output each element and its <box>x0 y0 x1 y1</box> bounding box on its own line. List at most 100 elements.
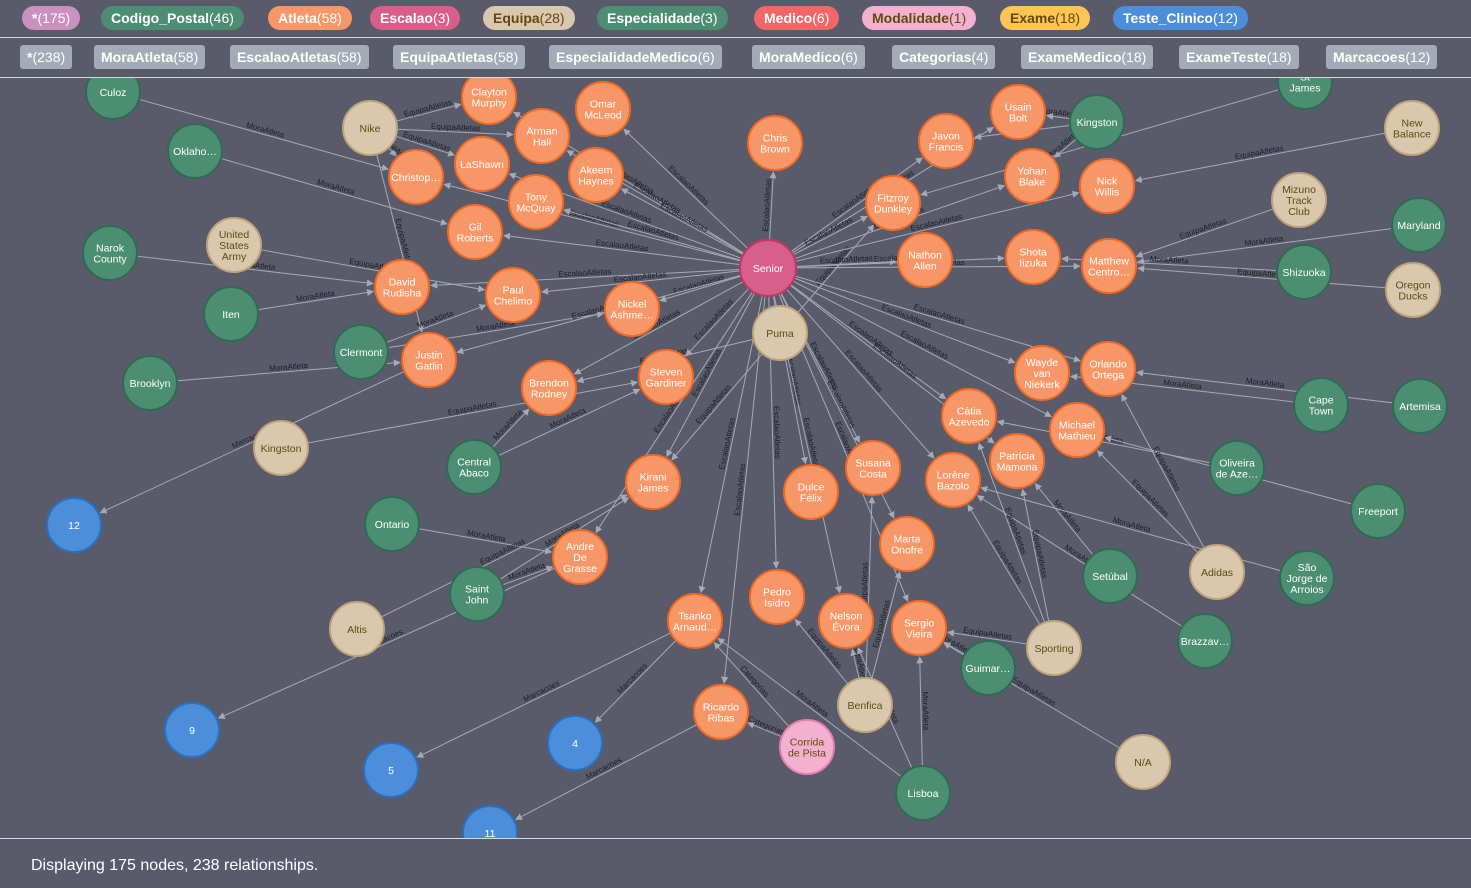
graph-node-atleta[interactable]: Arman Hall <box>514 108 570 164</box>
relationship-edge[interactable] <box>721 296 766 684</box>
node-label-pill[interactable]: Codigo_Postal(46) <box>101 6 244 30</box>
graph-canvas[interactable]: MoraAtleta MoraAtleta EquipaAtletas EquipaA… <box>0 54 1471 861</box>
graph-node-postal[interactable]: StJames <box>1277 54 1333 110</box>
graph-node-atleta[interactable]: Javon Francis <box>918 113 974 169</box>
graph-node-atleta[interactable]: Marta Onofre <box>879 516 935 572</box>
graph-node-atleta[interactable]: Tony McQuay <box>508 174 564 230</box>
graph-node-equipa[interactable]: Mizuno Track Club <box>1271 172 1327 228</box>
graph-node-atleta[interactable]: Clayton Murphy <box>461 69 517 125</box>
graph-node-equipa[interactable]: Altis <box>329 601 385 657</box>
graph-node-atleta[interactable]: Nick Willis <box>1079 158 1135 214</box>
node-label-pill[interactable]: Equipa(28) <box>483 6 575 30</box>
graph-node-equipa[interactable]: Kingston <box>253 420 309 476</box>
graph-node-atleta[interactable]: Shota Iizuka <box>1005 229 1061 285</box>
graph-node-atleta[interactable]: Patrícia Mamona <box>989 433 1045 489</box>
graph-node-equipa[interactable]: N/A <box>1115 734 1171 790</box>
graph-node-postal[interactable]: Cape Town <box>1293 377 1349 433</box>
graph-node-atleta[interactable]: Susana Costa <box>845 440 901 496</box>
relationship-type-tag[interactable]: *(238) <box>20 45 73 69</box>
node-label-pill[interactable]: Escalao(3) <box>370 6 461 30</box>
relationship-type-tag[interactable]: ExameTeste(18) <box>1179 45 1299 69</box>
graph-node-atleta[interactable]: Michael Mathieu <box>1049 402 1105 458</box>
graph-node-atleta[interactable]: Pedro Isidro <box>749 569 805 625</box>
graph-node-atleta[interactable]: Sergio Vieira <box>891 600 947 656</box>
relationship-type-tag[interactable]: ExameMedico(18) <box>1021 45 1154 69</box>
graph-node-equipa[interactable]: Adidas <box>1189 544 1245 600</box>
graph-node-postal[interactable]: Iten <box>203 286 259 342</box>
graph-node-postal[interactable]: Oliveira de Aze… <box>1209 440 1265 496</box>
node-label-pill[interactable]: Medico(6) <box>754 6 840 30</box>
graph-svg[interactable]: MoraAtletaMoraAtletaEquipaAtletasEquipaA… <box>0 54 1471 861</box>
graph-node-equipa[interactable]: Oregon Ducks <box>1385 262 1441 318</box>
graph-node-postal[interactable]: Clermont <box>333 324 389 380</box>
node-label-pill[interactable]: Modalidade(1) <box>862 6 977 30</box>
graph-node-atleta[interactable]: Fitzroy Dunkley <box>865 175 921 231</box>
graph-node-postal[interactable]: São Jorge de Arroios <box>1279 550 1335 606</box>
graph-node-postal[interactable]: Saint John <box>449 566 505 622</box>
relationship-type-tag[interactable]: Categorias(4) <box>892 45 996 69</box>
graph-node-atleta[interactable]: Kirani James <box>625 454 681 510</box>
relationship-type-tag[interactable]: Marcacoes(12) <box>1326 45 1438 69</box>
graph-node-postal[interactable]: Shizuoka <box>1276 244 1332 300</box>
relationship-type-tag[interactable]: EscalaoAtletas(58) <box>230 45 369 69</box>
graph-node-modalidade[interactable]: Corrida de Pista <box>779 719 835 775</box>
graph-node-atleta[interactable]: Akeem Haynes <box>568 147 624 203</box>
graph-node-postal[interactable]: Brazzav… <box>1177 613 1233 669</box>
graph-node-atleta[interactable]: Matthew Centro… <box>1081 238 1137 294</box>
relationship-edge[interactable] <box>698 296 763 594</box>
graph-node-teste[interactable]: 4 <box>547 715 603 771</box>
graph-node-atleta[interactable]: Dulce Félix <box>783 464 839 520</box>
graph-node-atleta[interactable]: Steven Gardiner <box>638 349 694 405</box>
graph-node-atleta[interactable]: Paul Chelimo <box>485 267 541 323</box>
graph-node-atleta[interactable]: Gil Roberts <box>447 204 503 260</box>
graph-node-escalao[interactable]: Senior <box>739 239 797 297</box>
graph-node-postal[interactable]: Oklaho… <box>167 123 223 179</box>
node-label-pill[interactable]: Especialidade(3) <box>597 6 728 30</box>
graph-node-atleta[interactable]: Nathon Allen <box>897 232 953 288</box>
graph-node-equipa[interactable]: New Balance <box>1384 100 1440 156</box>
graph-node-postal[interactable]: Artemisa <box>1392 378 1448 434</box>
node-label-pill[interactable]: Teste_Clinico(12) <box>1113 6 1248 30</box>
graph-node-atleta[interactable]: Ricardo Ribas <box>693 684 749 740</box>
graph-node-atleta[interactable]: LaShawn <box>454 136 510 192</box>
graph-node-atleta[interactable]: Usain Bolt <box>990 84 1046 140</box>
graph-node-atleta[interactable]: Wayde van Niekerk <box>1014 345 1070 401</box>
graph-node-atleta[interactable]: Andre De Grasse <box>552 529 608 585</box>
graph-node-atleta[interactable]: Lorène Bazolo <box>925 452 981 508</box>
graph-node-postal[interactable]: Brooklyn <box>122 355 178 411</box>
graph-node-teste[interactable]: 9 <box>164 702 220 758</box>
relationship-type-tag[interactable]: EspecialidadeMedico(6) <box>549 45 722 69</box>
node-label-pill[interactable]: *(175) <box>22 6 81 30</box>
graph-node-atleta[interactable]: Omar McLeod <box>575 81 631 137</box>
relationship-edge[interactable] <box>794 277 1016 364</box>
graph-node-atleta[interactable]: Yohan Blake <box>1004 148 1060 204</box>
graph-node-equipa[interactable]: United States Army <box>206 217 262 273</box>
graph-node-atleta[interactable]: Nelson Évora <box>818 593 874 649</box>
graph-node-postal[interactable]: Ontario <box>364 496 420 552</box>
graph-node-equipa[interactable]: Puma <box>752 305 808 361</box>
graph-node-atleta[interactable]: David Rudisha <box>374 259 430 315</box>
graph-node-teste[interactable]: 11 <box>462 805 518 861</box>
graph-node-atleta[interactable]: Brendon Rodney <box>521 360 577 416</box>
relationship-type-tag[interactable]: EquipaAtletas(58) <box>393 45 526 69</box>
graph-node-postal[interactable]: Culoz <box>85 64 141 120</box>
graph-node-equipa[interactable]: Benfica <box>837 677 893 733</box>
graph-node-atleta[interactable]: Christop… <box>388 149 444 205</box>
graph-node-postal[interactable]: Lisboa <box>895 765 951 821</box>
relationship-type-tag[interactable]: MoraMedico(6) <box>752 45 865 69</box>
node-label-pill[interactable]: Exame(18) <box>1000 6 1091 30</box>
relationship-edge[interactable] <box>793 215 868 256</box>
graph-node-atleta[interactable]: Tsanko Arnaud… <box>667 593 723 649</box>
graph-node-equipa[interactable]: Sporting <box>1026 620 1082 676</box>
graph-node-teste[interactable]: 5 <box>363 742 419 798</box>
graph-node-atleta[interactable]: Cátia Azevedo <box>941 388 997 444</box>
graph-node-atleta[interactable]: Orlando Ortega <box>1080 341 1136 397</box>
graph-node-atleta[interactable]: Chris Brown <box>747 115 803 171</box>
graph-node-postal[interactable]: Setúbal <box>1082 548 1138 604</box>
graph-node-postal[interactable]: Central Abaco <box>446 439 502 495</box>
relationship-type-tag[interactable]: MoraAtleta(58) <box>94 45 206 69</box>
graph-node-postal[interactable]: Guimar… <box>960 640 1016 696</box>
graph-node-postal[interactable]: Freeport <box>1350 483 1406 539</box>
graph-node-teste[interactable]: 12 <box>46 497 102 553</box>
graph-node-postal[interactable]: Narok County <box>82 225 138 281</box>
